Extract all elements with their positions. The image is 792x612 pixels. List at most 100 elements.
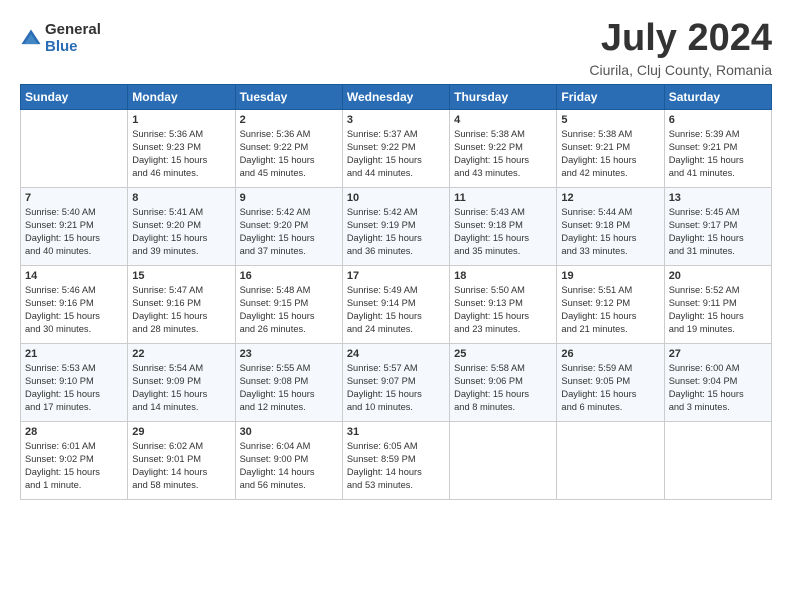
day-cell [557, 421, 664, 499]
col-header-monday: Monday [128, 84, 235, 109]
day-cell: 21 Sunrise: 5:53 AMSunset: 9:10 PMDayligh… [21, 343, 128, 421]
day-cell: 14 Sunrise: 5:46 AMSunset: 9:16 PMDayligh… [21, 265, 128, 343]
day-number: 13 [669, 192, 767, 204]
header-row: SundayMondayTuesdayWednesdayThursdayFrid… [21, 84, 772, 109]
day-number: 2 [240, 114, 338, 126]
day-content: Sunrise: 6:00 AMSunset: 9:04 PMDaylight:… [669, 362, 767, 414]
col-header-friday: Friday [557, 84, 664, 109]
day-number: 21 [25, 348, 123, 360]
day-number: 25 [454, 348, 552, 360]
week-row-5: 28 Sunrise: 6:01 AMSunset: 9:02 PMDayligh… [21, 421, 772, 499]
calendar-table: SundayMondayTuesdayWednesdayThursdayFrid… [20, 84, 772, 500]
col-header-sunday: Sunday [21, 84, 128, 109]
day-content: Sunrise: 5:50 AMSunset: 9:13 PMDaylight:… [454, 284, 552, 336]
day-number: 9 [240, 192, 338, 204]
day-number: 28 [25, 426, 123, 438]
logo-blue: Blue [45, 39, 101, 56]
day-cell: 11Sunrise: 5:43 AMSunset: 9:18 PMDayligh… [450, 187, 557, 265]
week-row-2: 7 Sunrise: 5:40 AMSunset: 9:21 PMDaylight… [21, 187, 772, 265]
day-cell: 23Sunrise: 5:55 AMSunset: 9:08 PMDayligh… [235, 343, 342, 421]
logo: General Blue [20, 22, 101, 55]
day-content: Sunrise: 5:36 AMSunset: 9:22 PMDaylight:… [240, 128, 338, 180]
page: General Blue July 2024 Ciurila, Cluj Cou… [0, 0, 792, 510]
day-number: 7 [25, 192, 123, 204]
logo-icon [20, 28, 42, 50]
day-content: Sunrise: 5:52 AMSunset: 9:11 PMDaylight:… [669, 284, 767, 336]
day-content: Sunrise: 5:38 AMSunset: 9:21 PMDaylight:… [561, 128, 659, 180]
day-number: 12 [561, 192, 659, 204]
logo-text: General Blue [45, 22, 101, 55]
day-number: 29 [132, 426, 230, 438]
day-number: 20 [669, 270, 767, 282]
day-cell: 3Sunrise: 5:37 AMSunset: 9:22 PMDaylight… [342, 109, 449, 187]
day-number: 6 [669, 114, 767, 126]
header: General Blue July 2024 Ciurila, Cluj Cou… [20, 18, 772, 78]
day-number: 17 [347, 270, 445, 282]
day-cell: 12 Sunrise: 5:44 AMSunset: 9:18 PMDayligh… [557, 187, 664, 265]
day-content: Sunrise: 5:47 AMSunset: 9:16 PMDaylight:… [132, 284, 230, 336]
col-header-tuesday: Tuesday [235, 84, 342, 109]
day-number: 26 [561, 348, 659, 360]
day-cell: 20 Sunrise: 5:52 AMSunset: 9:11 PMDayligh… [664, 265, 771, 343]
day-number: 18 [454, 270, 552, 282]
day-number: 23 [240, 348, 338, 360]
day-cell: 16Sunrise: 5:48 AMSunset: 9:15 PMDayligh… [235, 265, 342, 343]
week-row-3: 14 Sunrise: 5:46 AMSunset: 9:16 PMDayligh… [21, 265, 772, 343]
day-cell: 2 Sunrise: 5:36 AMSunset: 9:22 PMDaylight… [235, 109, 342, 187]
day-number: 27 [669, 348, 767, 360]
week-row-1: 1 Sunrise: 5:36 AMSunset: 9:23 PMDaylight… [21, 109, 772, 187]
day-content: Sunrise: 5:45 AMSunset: 9:17 PMDaylight:… [669, 206, 767, 258]
day-content: Sunrise: 5:54 AMSunset: 9:09 PMDaylight:… [132, 362, 230, 414]
day-number: 15 [132, 270, 230, 282]
day-cell: 1 Sunrise: 5:36 AMSunset: 9:23 PMDaylight… [128, 109, 235, 187]
day-cell: 29 Sunrise: 6:02 AMSunset: 9:01 PMDayligh… [128, 421, 235, 499]
day-content: Sunrise: 5:53 AMSunset: 9:10 PMDaylight:… [25, 362, 123, 414]
week-row-4: 21 Sunrise: 5:53 AMSunset: 9:10 PMDayligh… [21, 343, 772, 421]
day-cell: 10Sunrise: 5:42 AMSunset: 9:19 PMDayligh… [342, 187, 449, 265]
day-content: Sunrise: 6:02 AMSunset: 9:01 PMDaylight:… [132, 440, 230, 492]
day-cell: 9 Sunrise: 5:42 AMSunset: 9:20 PMDaylight… [235, 187, 342, 265]
day-cell: 7 Sunrise: 5:40 AMSunset: 9:21 PMDaylight… [21, 187, 128, 265]
day-content: Sunrise: 6:04 AMSunset: 9:00 PMDaylight:… [240, 440, 338, 492]
day-cell: 17Sunrise: 5:49 AMSunset: 9:14 PMDayligh… [342, 265, 449, 343]
day-cell: 8Sunrise: 5:41 AMSunset: 9:20 PMDaylight… [128, 187, 235, 265]
day-number: 11 [454, 192, 552, 204]
subtitle: Ciurila, Cluj County, Romania [589, 62, 772, 78]
day-cell: 13 Sunrise: 5:45 AMSunset: 9:17 PMDayligh… [664, 187, 771, 265]
logo-general: General [45, 22, 101, 39]
day-content: Sunrise: 5:36 AMSunset: 9:23 PMDaylight:… [132, 128, 230, 180]
day-cell: 27 Sunrise: 6:00 AMSunset: 9:04 PMDayligh… [664, 343, 771, 421]
day-content: Sunrise: 5:46 AMSunset: 9:16 PMDaylight:… [25, 284, 123, 336]
day-cell: 26 Sunrise: 5:59 AMSunset: 9:05 PMDayligh… [557, 343, 664, 421]
day-number: 19 [561, 270, 659, 282]
day-cell [21, 109, 128, 187]
main-title: July 2024 [589, 18, 772, 60]
day-content: Sunrise: 5:41 AMSunset: 9:20 PMDaylight:… [132, 206, 230, 258]
day-content: Sunrise: 5:42 AMSunset: 9:20 PMDaylight:… [240, 206, 338, 258]
day-content: Sunrise: 6:01 AMSunset: 9:02 PMDaylight:… [25, 440, 123, 492]
day-number: 5 [561, 114, 659, 126]
day-content: Sunrise: 6:05 AMSunset: 8:59 PMDaylight:… [347, 440, 445, 492]
day-cell: 19Sunrise: 5:51 AMSunset: 9:12 PMDayligh… [557, 265, 664, 343]
day-number: 1 [132, 114, 230, 126]
day-cell: 30 Sunrise: 6:04 AMSunset: 9:00 PMDayligh… [235, 421, 342, 499]
day-content: Sunrise: 5:40 AMSunset: 9:21 PMDaylight:… [25, 206, 123, 258]
day-content: Sunrise: 5:38 AMSunset: 9:22 PMDaylight:… [454, 128, 552, 180]
day-content: Sunrise: 5:44 AMSunset: 9:18 PMDaylight:… [561, 206, 659, 258]
day-content: Sunrise: 5:58 AMSunset: 9:06 PMDaylight:… [454, 362, 552, 414]
day-cell: 15 Sunrise: 5:47 AMSunset: 9:16 PMDayligh… [128, 265, 235, 343]
day-number: 30 [240, 426, 338, 438]
day-content: Sunrise: 5:48 AMSunset: 9:15 PMDaylight:… [240, 284, 338, 336]
day-content: Sunrise: 5:42 AMSunset: 9:19 PMDaylight:… [347, 206, 445, 258]
day-cell: 25 Sunrise: 5:58 AMSunset: 9:06 PMDayligh… [450, 343, 557, 421]
day-content: Sunrise: 5:57 AMSunset: 9:07 PMDaylight:… [347, 362, 445, 414]
day-number: 24 [347, 348, 445, 360]
day-cell: 6Sunrise: 5:39 AMSunset: 9:21 PMDaylight… [664, 109, 771, 187]
day-content: Sunrise: 5:37 AMSunset: 9:22 PMDaylight:… [347, 128, 445, 180]
day-content: Sunrise: 5:59 AMSunset: 9:05 PMDaylight:… [561, 362, 659, 414]
day-cell: 5 Sunrise: 5:38 AMSunset: 9:21 PMDaylight… [557, 109, 664, 187]
day-number: 14 [25, 270, 123, 282]
day-cell [664, 421, 771, 499]
day-number: 31 [347, 426, 445, 438]
day-cell: 18 Sunrise: 5:50 AMSunset: 9:13 PMDayligh… [450, 265, 557, 343]
